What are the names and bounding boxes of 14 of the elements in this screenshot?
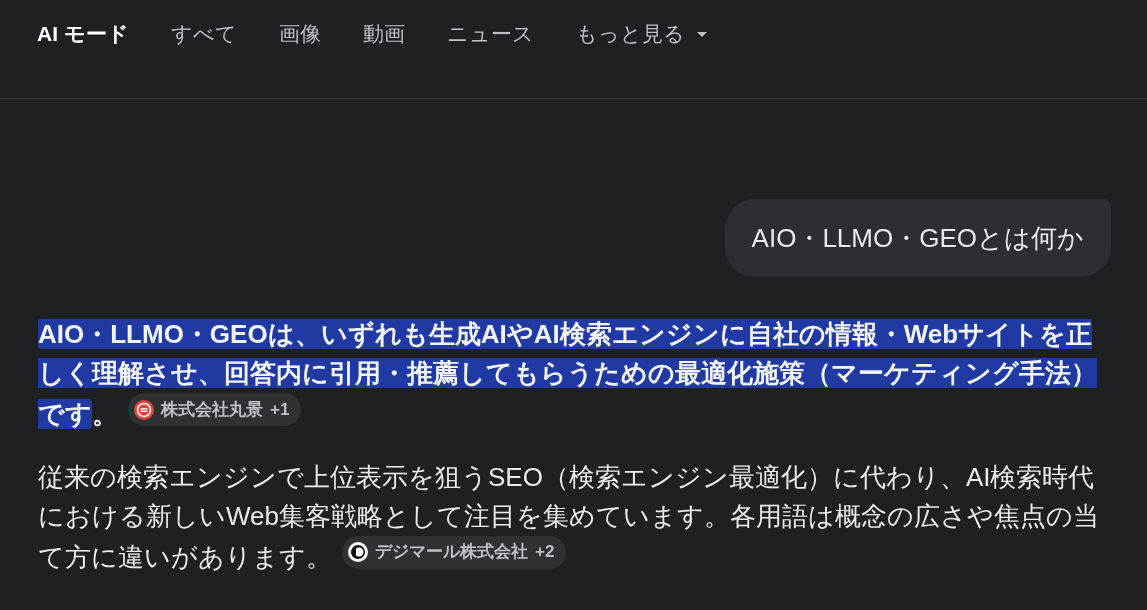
round-logo-icon (348, 542, 368, 562)
answer-paragraph: 従来の検索エンジンで上位表示を狙うSEO（検索エンジン最適化）に代わり、AI検索時代における新しいWeb集客戦略として注目を集めています。各用語は概念の広さや焦点の当て方に違いがあります。 デジマール株式会社 +2 (38, 460, 1100, 573)
nav-tab[interactable]: すべて (170, 18, 237, 50)
round-emblem-icon (134, 399, 154, 420)
nav-tab[interactable]: AI モード (37, 18, 129, 50)
nav-tab[interactable]: 動画 (362, 18, 405, 50)
query-bubble: AIO・LLMO・GEOとは何か (724, 199, 1111, 277)
answer-paragraph: AIO・LLMO・GEOは、いずれも生成AIやAI検索エンジンに自社の情報・Webサイトを正しく理解させ、回答内に引用・推薦してもらうための最適化施策（マーケティング手法）です。 株式会社丸景 +1 (38, 318, 1098, 431)
nav-tab[interactable]: もっと見る (575, 18, 707, 50)
source-chip[interactable]: デジマール株式会社 +2 (342, 535, 567, 569)
nav-tab[interactable]: 画像 (278, 18, 321, 50)
source-chip[interactable]: 株式会社丸景 +1 (128, 393, 302, 426)
nav-tab[interactable]: ニュース (446, 18, 534, 50)
caret-icon (696, 31, 707, 37)
